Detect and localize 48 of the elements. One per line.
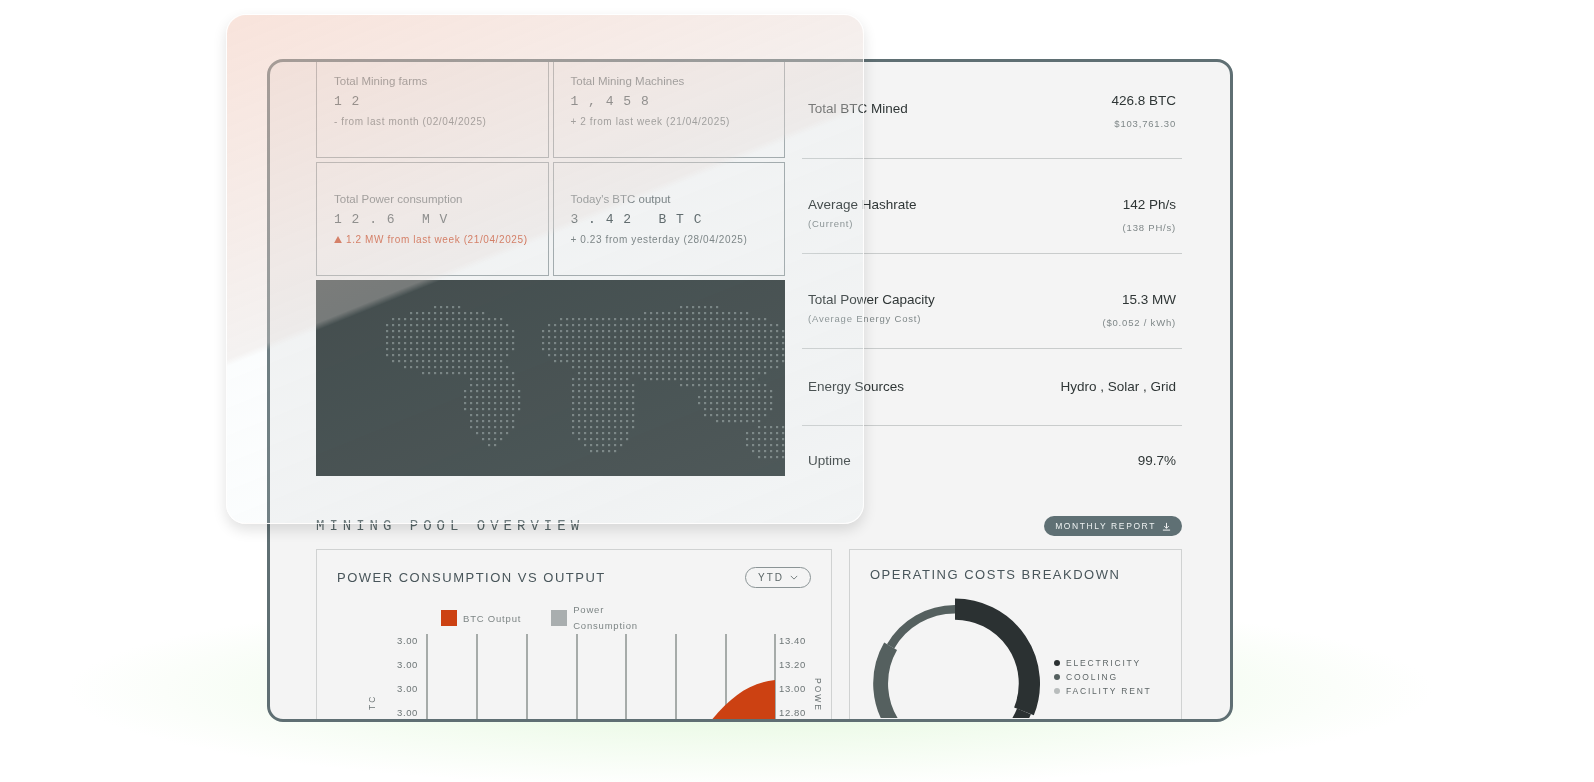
kpi-value: 3 . 4 2 B T C: [570, 212, 704, 227]
stat-value: 142 Ph/s: [1122, 197, 1176, 212]
stat-value: 15.3 MW: [1122, 292, 1176, 307]
tick-label: 3.00: [397, 635, 418, 646]
tick-label: 12.80: [779, 707, 806, 718]
kpi-change: + 0.23 from yesterday (28/04/2025): [570, 234, 748, 245]
stat-subvalue: ($0.052 / kWh): [1102, 317, 1176, 328]
tick-label: 13.00: [779, 683, 806, 694]
stat-label: Total BTC Mined: [808, 101, 908, 116]
axis-title: TC: [367, 694, 377, 710]
stat-label: Average Hashrate: [808, 197, 917, 212]
stat-sublabel: (Current): [808, 218, 855, 229]
stat-subvalue: (138 PH/s): [1122, 222, 1176, 233]
kpi-label: Total Power consumption: [334, 193, 464, 205]
chevron-down-icon: [790, 575, 798, 580]
section-title: MINING POOL OVERVIEW: [316, 518, 585, 534]
kpi-value: 1 2 . 6 M V: [334, 212, 450, 227]
monthly-report-button[interactable]: MONTHLY REPORT: [1044, 516, 1182, 536]
stat-subvalue: $103,761.30: [1114, 118, 1176, 129]
kpi-change: 1.2 MW from last week (21/04/2025): [346, 234, 528, 245]
stat-value: Hydro , Solar , Grid: [1060, 379, 1176, 394]
axis-title: POWE: [813, 678, 823, 712]
legend-label: Power Consumption: [573, 603, 639, 633]
kpi-label: Total Mining Machines: [570, 75, 686, 87]
tick-label: 13.20: [779, 659, 806, 670]
kpi-label: Total Mining farms: [334, 75, 429, 87]
chart-title: POWER CONSUMPTION VS OUTPUT: [337, 570, 606, 585]
kpi-label: Today's BTC output: [570, 193, 672, 205]
legend-label: BTC Output: [463, 612, 522, 624]
legend-label: FACILITY RENT: [1066, 686, 1152, 696]
kpi-change: + 2 from last week (21/04/2025): [570, 116, 730, 127]
tick-label: 3.00: [397, 659, 418, 670]
stat-sublabel: (Average Energy Cost): [808, 313, 923, 324]
tick-label: 13.40: [779, 635, 806, 646]
legend-label: ELECTRICITY: [1066, 658, 1142, 668]
kpi-change: - from last month (02/04/2025): [334, 116, 487, 127]
stat-value: 99.7%: [1137, 453, 1176, 468]
legend-label: COOLING: [1066, 672, 1118, 682]
kpi-value: 1 , 4 5 8: [570, 94, 651, 109]
download-icon: [1162, 521, 1171, 531]
chart-title: OPERATING COSTS BREAKDOWN: [870, 567, 1121, 582]
stat-label: Total Power Capacity: [808, 292, 935, 307]
tick-label: 3.00: [397, 683, 418, 694]
stat-value: 426.8 BTC: [1111, 93, 1176, 108]
stat-label: Uptime: [808, 453, 851, 468]
stat-label: Energy Sources: [808, 379, 905, 394]
tick-label: 3.00: [397, 707, 418, 718]
kpi-value: 1 2: [334, 94, 362, 109]
